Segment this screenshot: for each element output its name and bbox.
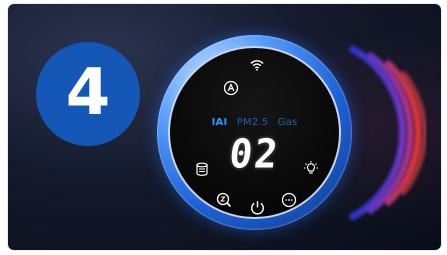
- control-panel-ring: IAI PM2.5 Gas 02: [157, 35, 352, 230]
- sleep-icon[interactable]: [216, 192, 232, 208]
- wifi-icon[interactable]: [250, 59, 264, 71]
- mode-pm25[interactable]: PM2.5: [237, 117, 269, 128]
- mode-gas[interactable]: Gas: [278, 117, 298, 128]
- mode-selector: IAI PM2.5 Gas: [170, 117, 339, 128]
- control-panel-face: IAI PM2.5 Gas 02: [168, 46, 341, 219]
- mode-iai[interactable]: IAI: [212, 117, 228, 128]
- light-icon[interactable]: [303, 160, 319, 176]
- step-number: 4: [65, 56, 111, 130]
- step-badge: 4: [36, 42, 140, 146]
- auto-mode-icon[interactable]: [223, 80, 239, 96]
- filter-icon[interactable]: [195, 162, 209, 177]
- timer-icon[interactable]: [281, 192, 297, 208]
- power-icon[interactable]: [250, 200, 265, 215]
- product-banner: 4 IAI PM2.5 Gas 02: [8, 4, 441, 250]
